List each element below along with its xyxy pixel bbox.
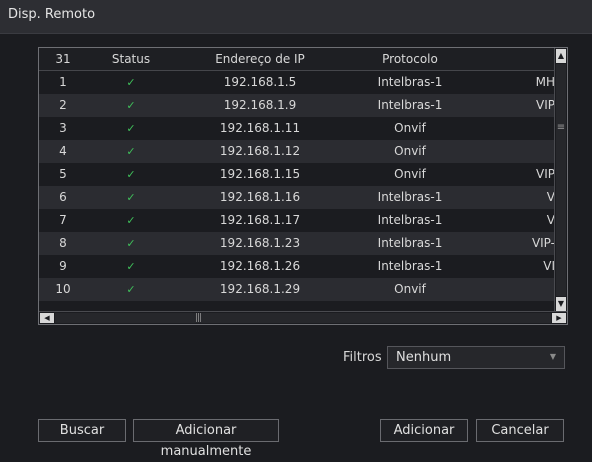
scroll-left-icon[interactable]: ◀ <box>40 313 54 323</box>
col-header-count[interactable]: 31 <box>39 48 87 70</box>
status-check-icon: ✓ <box>126 283 136 296</box>
row-ip: 192.168.1.26 <box>219 259 301 273</box>
row-protocol: Intelbras-1 <box>377 98 443 112</box>
table-body: 1 ✓ 192.168.1.5 Intelbras-1 MH 2 ✓ 192.1… <box>39 71 555 301</box>
row-protocol: Onvif <box>394 144 426 158</box>
horizontal-scroll-thumb[interactable]: ||| <box>55 313 551 323</box>
row-number: 9 <box>59 259 67 273</box>
col-header-status[interactable]: Status <box>87 48 175 70</box>
row-extra: VIP <box>536 98 555 112</box>
horizontal-scrollbar[interactable]: ◀ ||| ▶ <box>39 311 567 324</box>
table-row[interactable]: 10 ✓ 192.168.1.29 Onvif <box>39 278 555 301</box>
title-bar: Disp. Remoto <box>0 0 592 34</box>
table-row[interactable]: 4 ✓ 192.168.1.12 Onvif <box>39 140 555 163</box>
row-extra <box>475 117 555 140</box>
status-check-icon: ✓ <box>126 76 136 89</box>
table-row[interactable]: 9 ✓ 192.168.1.26 Intelbras-1 VI <box>39 255 555 278</box>
row-ip: 192.168.1.16 <box>219 190 301 204</box>
scroll-up-icon[interactable]: ▲ <box>556 49 566 63</box>
status-check-icon: ✓ <box>126 145 136 158</box>
row-protocol: Intelbras-1 <box>377 190 443 204</box>
status-check-icon: ✓ <box>126 99 136 112</box>
row-extra: VI <box>543 259 555 273</box>
filter-value: Nenhum <box>396 350 452 365</box>
table-row[interactable]: 5 ✓ 192.168.1.15 Onvif VIP <box>39 163 555 186</box>
row-extra: V <box>546 213 555 227</box>
row-number: 2 <box>59 98 67 112</box>
table-row[interactable]: 2 ✓ 192.168.1.9 Intelbras-1 VIP <box>39 94 555 117</box>
row-protocol: Onvif <box>394 121 426 135</box>
table-row[interactable]: 7 ✓ 192.168.1.17 Intelbras-1 V <box>39 209 555 232</box>
status-check-icon: ✓ <box>126 214 136 227</box>
row-number: 6 <box>59 190 67 204</box>
vertical-scroll-thumb[interactable]: ≡ <box>556 64 566 296</box>
row-extra <box>475 140 555 163</box>
row-number: 7 <box>59 213 67 227</box>
row-ip: 192.168.1.17 <box>219 213 301 227</box>
row-ip: 192.168.1.11 <box>219 121 301 135</box>
status-check-icon: ✓ <box>126 122 136 135</box>
col-header-protocol[interactable]: Protocolo <box>345 48 475 70</box>
window-title: Disp. Remoto <box>8 7 96 22</box>
row-protocol: Intelbras-1 <box>377 75 443 89</box>
status-check-icon: ✓ <box>126 237 136 250</box>
row-ip: 192.168.1.29 <box>219 282 301 296</box>
table-row[interactable]: 3 ✓ 192.168.1.11 Onvif <box>39 117 555 140</box>
table-row[interactable]: 1 ✓ 192.168.1.5 Intelbras-1 MH <box>39 71 555 94</box>
filter-label: Filtros <box>343 350 382 365</box>
scroll-down-icon[interactable]: ▼ <box>556 297 566 311</box>
grip-icon: ≡ <box>556 122 566 133</box>
filter-select[interactable]: Nenhum ▼ <box>387 346 565 369</box>
row-extra: VIP- <box>531 236 555 250</box>
row-protocol: Onvif <box>394 167 426 181</box>
table-row[interactable]: 6 ✓ 192.168.1.16 Intelbras-1 V <box>39 186 555 209</box>
row-ip: 192.168.1.12 <box>219 144 301 158</box>
search-button[interactable]: Buscar <box>38 419 126 442</box>
row-extra <box>475 278 555 301</box>
chevron-down-icon: ▼ <box>549 352 556 361</box>
table-header: 31 Status Endereço de IP Protocolo <box>39 48 555 71</box>
vertical-scrollbar[interactable]: ▲ ≡ ▼ <box>554 48 567 312</box>
row-number: 5 <box>59 167 67 181</box>
col-header-ip[interactable]: Endereço de IP <box>175 48 345 70</box>
row-protocol: Intelbras-1 <box>377 213 443 227</box>
device-table: 31 Status Endereço de IP Protocolo 1 ✓ 1… <box>38 47 568 325</box>
row-number: 8 <box>59 236 67 250</box>
col-header-extra[interactable] <box>475 48 555 70</box>
add-button[interactable]: Adicionar <box>380 419 468 442</box>
row-number: 10 <box>55 282 71 296</box>
status-check-icon: ✓ <box>126 168 136 181</box>
row-ip: 192.168.1.23 <box>219 236 301 250</box>
row-ip: 192.168.1.5 <box>223 75 297 89</box>
row-extra: V <box>546 190 555 204</box>
cancel-button[interactable]: Cancelar <box>476 419 564 442</box>
row-number: 4 <box>59 144 67 158</box>
scroll-right-icon[interactable]: ▶ <box>552 313 566 323</box>
row-number: 1 <box>59 75 67 89</box>
add-manually-button[interactable]: Adicionar manualmente <box>133 419 279 459</box>
row-ip: 192.168.1.9 <box>223 98 297 112</box>
row-extra: MH <box>535 75 555 89</box>
grip-icon: ||| <box>195 313 202 323</box>
row-ip: 192.168.1.15 <box>219 167 301 181</box>
row-protocol: Intelbras-1 <box>377 259 443 273</box>
table-row[interactable]: 8 ✓ 192.168.1.23 Intelbras-1 VIP- <box>39 232 555 255</box>
row-protocol: Onvif <box>394 282 426 296</box>
row-extra: VIP <box>536 167 555 181</box>
row-number: 3 <box>59 121 67 135</box>
status-check-icon: ✓ <box>126 260 136 273</box>
row-protocol: Intelbras-1 <box>377 236 443 250</box>
status-check-icon: ✓ <box>126 191 136 204</box>
